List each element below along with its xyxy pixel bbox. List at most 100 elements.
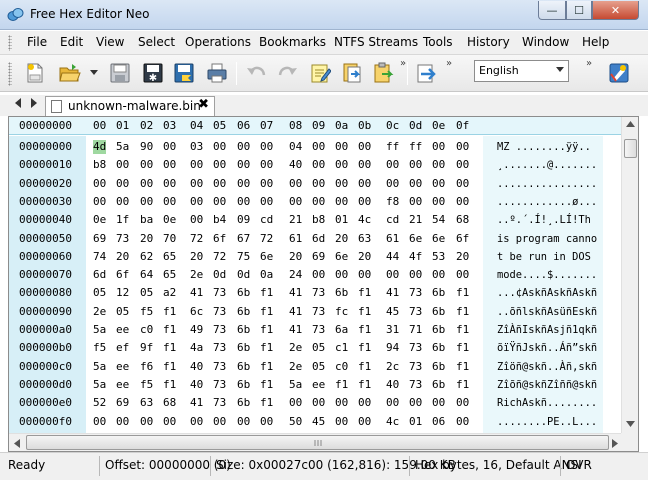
hex-byte-cell[interactable]: f1 (456, 341, 469, 355)
hex-byte-cell[interactable]: 6b (432, 341, 445, 355)
hex-byte-cell[interactable]: 0a (260, 268, 273, 282)
hex-byte-cell[interactable]: f1 (456, 305, 469, 319)
hex-byte-cell[interactable]: 00 (358, 177, 371, 191)
hex-byte-cell[interactable]: 20 (140, 232, 153, 246)
hex-byte-cell[interactable]: 00 (409, 396, 422, 410)
hex-byte-cell[interactable]: 6e (335, 250, 348, 264)
hex-byte-cell[interactable]: f1 (456, 378, 469, 392)
hex-byte-cell[interactable]: 64 (140, 268, 153, 282)
hex-byte-cell[interactable]: f1 (163, 360, 176, 374)
hex-byte-cell[interactable]: 00 (456, 268, 469, 282)
ascii-row-text[interactable]: Zîõñ@skñZîññ@skñ (497, 378, 597, 392)
ascii-row-text[interactable]: t be run in DOS (497, 250, 597, 264)
hex-byte-cell[interactable]: 00 (213, 177, 226, 191)
scroll-up-icon[interactable] (626, 121, 635, 127)
new-file-icon[interactable] (22, 60, 48, 86)
hex-byte-cell[interactable]: 6e (260, 250, 273, 264)
hex-byte-cell[interactable]: 4c (386, 415, 399, 429)
hex-byte-cell[interactable]: 73 (213, 286, 226, 300)
hex-byte-cell[interactable]: 40 (190, 378, 203, 392)
hex-byte-cell[interactable]: 73 (312, 323, 325, 337)
hex-byte-cell[interactable]: 70 (163, 232, 176, 246)
hex-byte-cell[interactable]: 00 (190, 213, 203, 227)
hex-byte-cell[interactable]: f5 (140, 305, 153, 319)
hex-byte-cell[interactable]: ff (386, 140, 399, 154)
hex-byte-cell[interactable]: 00 (386, 396, 399, 410)
hex-byte-cell[interactable]: 00 (93, 415, 106, 429)
hex-byte-cell[interactable]: 00 (116, 415, 129, 429)
hex-byte-cell[interactable]: 20 (456, 250, 469, 264)
hex-byte-cell[interactable]: 41 (190, 396, 203, 410)
hex-byte-cell[interactable]: 00 (358, 158, 371, 172)
paste-icon[interactable] (370, 60, 396, 86)
hex-byte-cell[interactable]: 0e (163, 213, 176, 227)
hex-byte-cell[interactable]: f1 (358, 341, 371, 355)
ascii-row-text[interactable]: Zîöñ@skñ..Àñ,skñ (497, 360, 597, 374)
hex-byte-cell[interactable]: 00 (432, 177, 445, 191)
hex-byte-cell[interactable]: 00 (386, 158, 399, 172)
hex-byte-cell[interactable]: f5 (140, 378, 153, 392)
hex-byte-cell[interactable]: ba (140, 213, 153, 227)
hex-byte-cell[interactable]: f1 (260, 323, 273, 337)
hex-byte-cell[interactable]: 6b (432, 378, 445, 392)
hex-byte-cell[interactable]: cd (260, 213, 273, 227)
hex-byte-cell[interactable]: 6b (432, 323, 445, 337)
hex-byte-cell[interactable]: 72 (260, 232, 273, 246)
hex-byte-cell[interactable]: 00 (260, 177, 273, 191)
ascii-row-text[interactable]: RichAskñ........ (497, 396, 597, 410)
hex-byte-cell[interactable]: 00 (432, 268, 445, 282)
encoding-select[interactable]: English (474, 60, 569, 82)
save-as-icon[interactable] (171, 60, 197, 86)
hex-byte-cell[interactable]: a2 (163, 286, 176, 300)
hex-byte-cell[interactable]: 44 (386, 250, 399, 264)
hex-byte-cell[interactable]: f1 (163, 305, 176, 319)
hex-byte-cell[interactable]: 00 (190, 158, 203, 172)
hex-byte-cell[interactable]: 74 (93, 250, 106, 264)
hex-byte-cell[interactable]: 00 (358, 268, 371, 282)
hex-byte-cell[interactable]: 40 (289, 158, 302, 172)
hex-byte-cell[interactable]: 73 (409, 341, 422, 355)
hex-byte-cell[interactable]: 6b (237, 286, 250, 300)
menu-help[interactable]: Help (582, 35, 609, 49)
redo-icon[interactable] (275, 60, 301, 86)
hex-byte-cell[interactable]: 00 (93, 177, 106, 191)
hex-byte-cell[interactable]: 2e (289, 360, 302, 374)
toolbar-grip-icon[interactable] (8, 62, 12, 86)
hex-byte-cell[interactable]: 5a (93, 360, 106, 374)
hex-byte-cell[interactable]: f1 (260, 341, 273, 355)
hex-byte-cell[interactable]: c1 (335, 341, 348, 355)
hex-byte-cell[interactable]: 6d (312, 232, 325, 246)
menubar-grip-icon[interactable] (8, 35, 12, 51)
ascii-row-text[interactable]: ...¢AskñAskñAskñ (497, 286, 597, 300)
hex-byte-cell[interactable]: 00 (312, 268, 325, 282)
hex-byte-cell[interactable]: 01 (335, 213, 348, 227)
vertical-scrollbar[interactable] (621, 117, 638, 433)
hex-byte-cell[interactable]: 00 (358, 396, 371, 410)
hex-byte-cell[interactable]: 20 (289, 250, 302, 264)
hex-byte-cell[interactable]: 00 (409, 158, 422, 172)
hex-byte-cell[interactable]: 20 (335, 232, 348, 246)
ascii-row-text[interactable]: ..º.´.Í!¸.LÍ!Th (497, 213, 591, 227)
hex-byte-cell[interactable]: f1 (456, 360, 469, 374)
hex-byte-cell[interactable]: 69 (312, 250, 325, 264)
hex-byte-cell[interactable]: 00 (312, 140, 325, 154)
export-icon[interactable] (413, 60, 439, 86)
hex-byte-cell[interactable]: 00 (163, 195, 176, 209)
hex-byte-cell[interactable]: 65 (163, 250, 176, 264)
hex-byte-cell[interactable]: 00 (358, 415, 371, 429)
horizontal-scrollbar[interactable] (9, 433, 621, 451)
hex-byte-cell[interactable]: 00 (432, 396, 445, 410)
hex-byte-cell[interactable]: f1 (456, 286, 469, 300)
hex-byte-cell[interactable]: 90 (140, 140, 153, 154)
hex-byte-cell[interactable]: ee (116, 360, 129, 374)
hex-byte-cell[interactable]: 00 (163, 158, 176, 172)
menu-select[interactable]: Select (138, 35, 175, 49)
hex-byte-cell[interactable]: 6b (432, 286, 445, 300)
hex-byte-cell[interactable]: f1 (260, 378, 273, 392)
hex-byte-cell[interactable]: 05 (116, 305, 129, 319)
hex-byte-cell[interactable]: 73 (409, 360, 422, 374)
hex-byte-cell[interactable]: 00 (432, 140, 445, 154)
hex-byte-cell[interactable]: 6b (432, 305, 445, 319)
hex-byte-cell[interactable]: 00 (409, 177, 422, 191)
hex-byte-cell[interactable]: 05 (140, 286, 153, 300)
